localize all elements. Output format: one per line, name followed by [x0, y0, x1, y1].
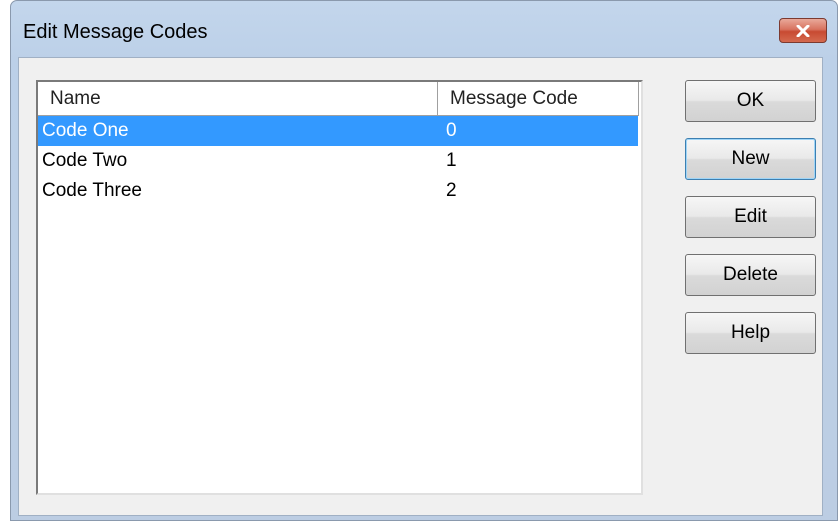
list-row[interactable]: Code Two 1	[38, 146, 641, 176]
row-name: Code One	[42, 120, 129, 141]
delete-button[interactable]: Delete	[685, 254, 816, 296]
row-name: Code Two	[42, 150, 128, 171]
close-icon	[796, 24, 810, 37]
dialog-client-area: Name Message Code Code One 0 Code Two 1 …	[18, 57, 823, 516]
list-row[interactable]: Code One 0	[38, 116, 638, 146]
close-button[interactable]	[779, 18, 827, 43]
column-header-message-code[interactable]: Message Code	[438, 82, 639, 116]
column-header-name[interactable]: Name	[38, 82, 438, 116]
list-row[interactable]: Code Three 2	[38, 176, 641, 206]
message-codes-list[interactable]: Name Message Code Code One 0 Code Two 1 …	[36, 80, 643, 495]
list-header: Name Message Code	[38, 82, 641, 116]
ok-button[interactable]: OK	[685, 80, 816, 122]
window-title: Edit Message Codes	[23, 21, 208, 43]
help-button[interactable]: Help	[685, 312, 816, 354]
title-bar[interactable]: Edit Message Codes	[11, 1, 837, 61]
row-code: 2	[446, 180, 457, 201]
row-code: 0	[446, 120, 457, 141]
edit-button[interactable]: Edit	[685, 196, 816, 238]
row-name: Code Three	[42, 180, 142, 201]
row-code: 1	[446, 150, 457, 171]
dialog-window: Edit Message Codes Name Message Code Cod…	[10, 0, 838, 521]
new-button[interactable]: New	[685, 138, 816, 180]
